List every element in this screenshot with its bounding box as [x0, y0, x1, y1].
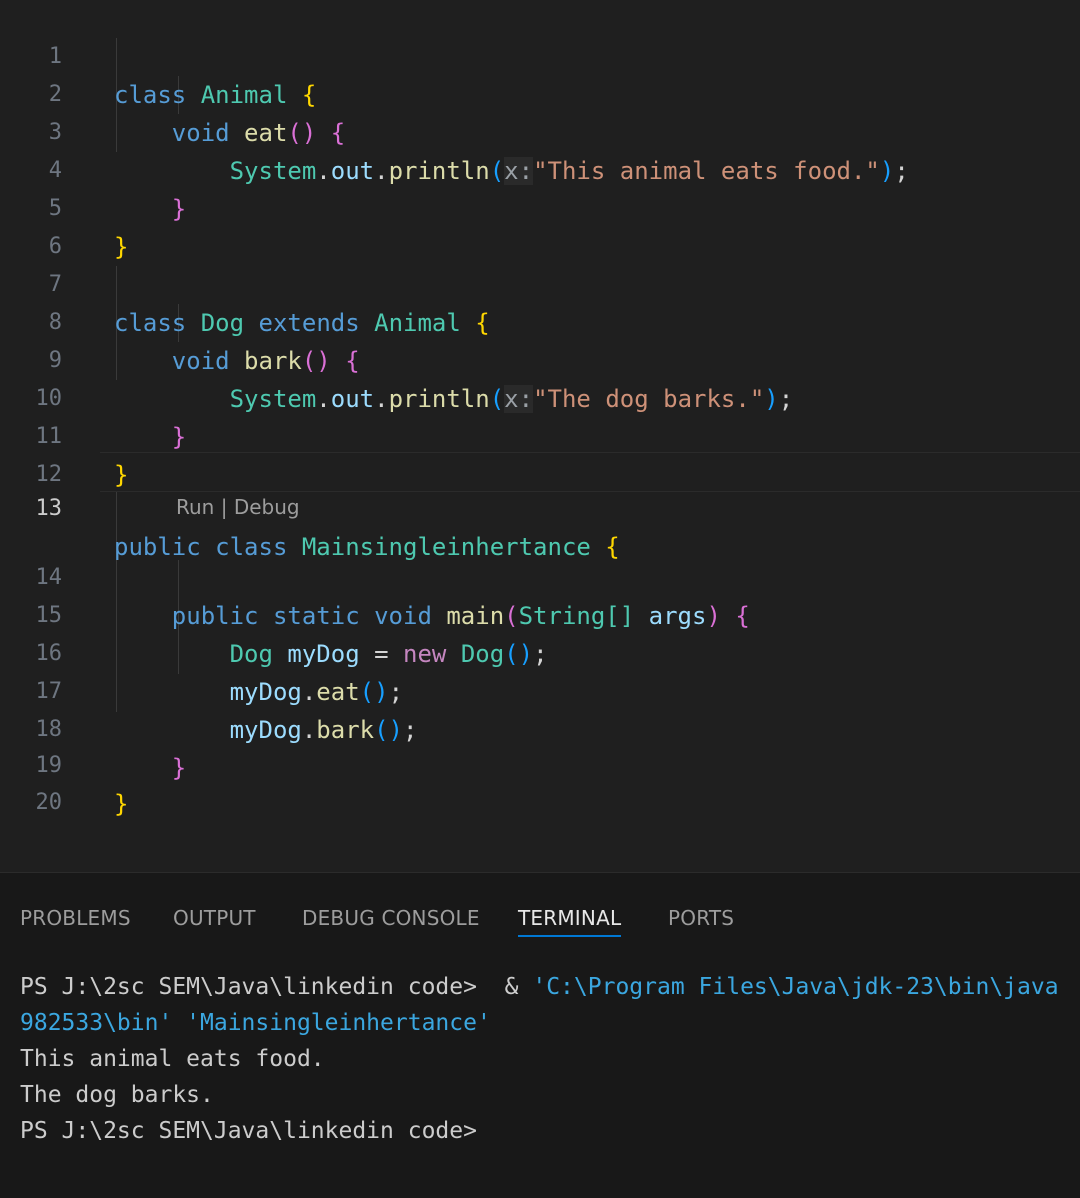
bottom-panel: PROBLEMS OUTPUT DEBUG CONSOLE TERMINAL P…: [0, 872, 1080, 1198]
code-line[interactable]: 20: [0, 746, 1080, 815]
code-line-active[interactable]: 13 public class Mainsingleinhertance {: [0, 452, 1080, 561]
code-line[interactable]: 14 public static void main(String[] args…: [0, 521, 1080, 630]
tab-problems[interactable]: PROBLEMS: [20, 901, 131, 935]
terminal-command: 982533\bin' 'Mainsingleinhertance': [20, 1010, 491, 1036]
terminal-line: PS J:\2sc SEM\Java\linkedin code> & 'C:\…: [20, 969, 1080, 1005]
code-line[interactable]: 1 class Animal {: [0, 0, 1080, 109]
tab-debug-console[interactable]: DEBUG CONSOLE: [302, 901, 480, 935]
code-line[interactable]: 15 Dog myDog = new Dog();: [0, 559, 1080, 668]
tab-output[interactable]: OUTPUT: [173, 901, 256, 935]
code-line[interactable]: 12: [0, 418, 1080, 487]
code-line[interactable]: 10 }: [0, 342, 1080, 451]
panel-tabs: PROBLEMS OUTPUT DEBUG CONSOLE TERMINAL P…: [0, 901, 1080, 937]
debug-codelens-link[interactable]: Debug: [234, 495, 300, 519]
code-line[interactable]: 4 }: [0, 114, 1080, 223]
terminal-output[interactable]: PS J:\2sc SEM\Java\linkedin code> & 'C:\…: [20, 969, 1080, 1149]
code-line[interactable]: 7 class Dog extends Animal {: [0, 228, 1080, 337]
code-line[interactable]: 6: [0, 190, 1080, 259]
terminal-prompt: PS J:\2sc SEM\Java\linkedin code> &: [20, 974, 533, 1000]
brace: }: [114, 790, 129, 818]
run-codelens-link[interactable]: Run: [176, 495, 214, 519]
line-number: 20: [35, 790, 63, 815]
code-line[interactable]: 18 }: [0, 673, 1080, 782]
codelens: Run | Debug: [176, 492, 300, 522]
code-line[interactable]: 2 void eat() {: [0, 38, 1080, 147]
code-editor[interactable]: 1 class Animal { 2 void eat() { 3 System…: [0, 0, 1080, 872]
tab-terminal[interactable]: TERMINAL: [518, 901, 622, 937]
code-line[interactable]: 3 System.out.println(x:"This animal eats…: [0, 76, 1080, 185]
terminal-line: The dog barks.: [20, 1082, 214, 1108]
codelens-separator: |: [214, 495, 234, 519]
code-line[interactable]: 19 }: [0, 709, 1080, 818]
terminal-line: 982533\bin' 'Mainsingleinhertance': [20, 1005, 1080, 1041]
code-line[interactable]: 9 System.out.println(x:"The dog barks.")…: [0, 304, 1080, 413]
terminal-prompt-line: PS J:\2sc SEM\Java\linkedin code>: [20, 1118, 477, 1144]
code-line[interactable]: 11 }: [0, 380, 1080, 489]
terminal-line: This animal eats food.: [20, 1046, 325, 1072]
code-line[interactable]: 17 myDog.bark();: [0, 635, 1080, 744]
terminal-command: 'C:\Program Files\Java\jdk-23\bin\java: [532, 974, 1059, 1000]
code-line[interactable]: 16 myDog.eat();: [0, 597, 1080, 706]
code-line[interactable]: 8 void bark() {: [0, 266, 1080, 375]
tab-ports[interactable]: PORTS: [668, 901, 734, 935]
code-line[interactable]: 5 }: [0, 152, 1080, 261]
